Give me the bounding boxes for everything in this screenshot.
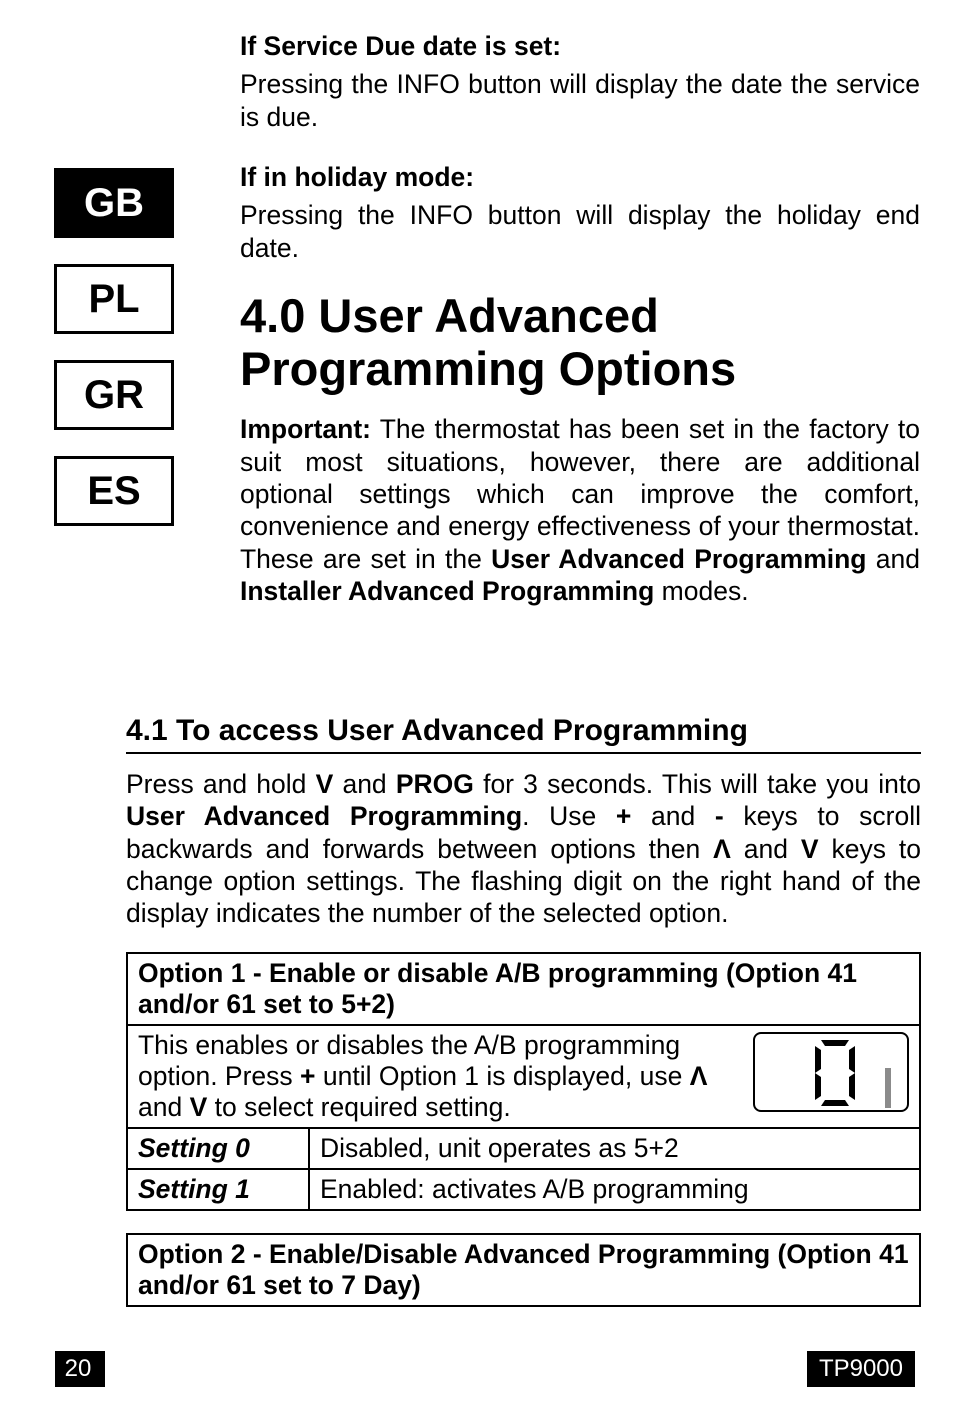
holiday-mode-body: Pressing the INFO button will display th…: [240, 199, 920, 264]
important-bold-2: Installer Advanced Programming: [240, 576, 654, 606]
option-2-header: Option 2 - Enable/Disable Advanced Progr…: [127, 1234, 920, 1306]
language-tab-label: ES: [87, 469, 140, 514]
option-1-table: Option 1 - Enable or disable A/B program…: [126, 952, 921, 1211]
section-4-1-block: 4.1 To access User Advanced Programming …: [126, 688, 921, 1307]
section-4-0-title: 4.0 User Advanced Programming Options: [240, 290, 920, 395]
option-1-setting-1-value: Enabled: activates A/B programming: [309, 1169, 920, 1210]
option-1-setting-1-label: Setting 1: [127, 1169, 309, 1210]
section-4-1-title: 4.1 To access User Advanced Programming: [126, 714, 921, 748]
option-1-setting-0-label: Setting 0: [127, 1128, 309, 1169]
section-4-1-rule: [126, 752, 921, 754]
option-1-description-cell: This enables or disables the A/B program…: [127, 1025, 920, 1128]
language-tab-pl[interactable]: PL: [54, 264, 174, 334]
page-number: 20: [55, 1351, 105, 1387]
holiday-mode-heading: If in holiday mode:: [240, 162, 474, 192]
language-tab-label: PL: [88, 277, 139, 322]
language-tab-gr[interactable]: GR: [54, 360, 174, 430]
option-1-setting-0-value: Disabled, unit operates as 5+2: [309, 1128, 920, 1169]
page-footer: 20 TP9000: [55, 1351, 915, 1387]
language-tab-gb[interactable]: GB: [54, 168, 174, 238]
section-4-1-paragraph: Press and hold V and PROG for 3 seconds.…: [126, 768, 921, 930]
important-mid: and: [867, 544, 920, 574]
lcd-digit-main: [815, 1040, 855, 1106]
important-tail: modes.: [654, 576, 748, 606]
model-number: TP9000: [807, 1351, 915, 1387]
language-tab-label: GR: [84, 373, 144, 418]
important-label: Important:: [240, 414, 371, 444]
option-2-table: Option 2 - Enable/Disable Advanced Progr…: [126, 1233, 921, 1307]
language-tab-rail: GB PL GR ES: [54, 168, 174, 552]
lcd-digit-small: [869, 1068, 895, 1108]
upper-content-column: If Service Due date is set: Pressing the…: [240, 30, 920, 613]
lcd-display-icon: [753, 1032, 909, 1112]
important-bold-1: User Advanced Programming: [491, 544, 866, 574]
language-tab-label: GB: [84, 181, 144, 226]
language-tab-es[interactable]: ES: [54, 456, 174, 526]
option-1-header: Option 1 - Enable or disable A/B program…: [127, 953, 920, 1025]
service-due-heading: If Service Due date is set:: [240, 31, 561, 61]
service-due-body: Pressing the INFO button will display th…: [240, 68, 920, 133]
section-4-0-paragraph: Important: The thermostat has been set i…: [240, 413, 920, 607]
